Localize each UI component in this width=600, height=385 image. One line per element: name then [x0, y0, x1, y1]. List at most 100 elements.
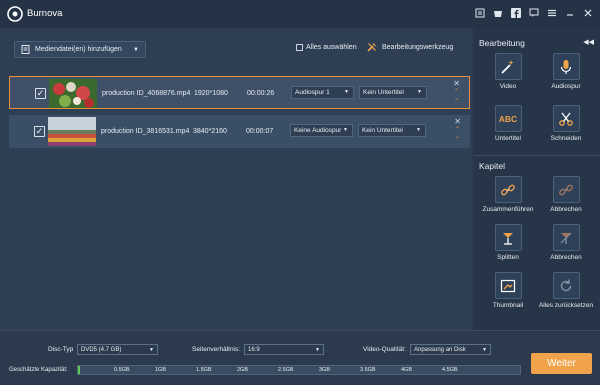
audio-tool-label: Audiospur: [551, 83, 581, 90]
reset-all-tool[interactable]: Alles zurücksetzen: [537, 272, 595, 310]
split-icon[interactable]: [494, 224, 522, 251]
audio-track-select[interactable]: Keine Audiospur ▼: [290, 124, 353, 137]
row-checkbox[interactable]: ✓: [35, 88, 46, 99]
edit-sidebar: Bearbeitung ◀◀ Video Audiospur ABC Unter…: [474, 28, 600, 330]
subtitle-abc-icon[interactable]: ABC: [494, 105, 522, 132]
chapter-heading: Kapitel: [479, 161, 505, 171]
capacity-tick: 3.5GB: [360, 367, 376, 373]
disc-type-select[interactable]: DVD5 (4.7 GB) ▼: [77, 344, 158, 355]
duration: 00:00:07: [246, 128, 274, 135]
feedback-icon[interactable]: [528, 7, 540, 19]
collapse-sidebar-icon[interactable]: ◀◀: [583, 38, 594, 46]
media-row[interactable]: ✓ production ID_3816531.mp4 3840*2160 00…: [9, 115, 470, 148]
video-thumbnail: [49, 79, 97, 108]
capacity-tick: 1.5GB: [196, 367, 212, 373]
reset-icon[interactable]: [552, 272, 580, 299]
move-up-icon[interactable]: ⌃: [454, 88, 459, 95]
video-quality-select[interactable]: Anpassung an Disk ▼: [410, 344, 491, 355]
split-tool-label: Splitten: [497, 254, 519, 261]
subtitle-tool-label: Untertitel: [494, 135, 521, 142]
capacity-tick: 2GB: [237, 367, 249, 373]
merge-tool[interactable]: Zusammenführen: [479, 176, 537, 214]
shop-icon[interactable]: [492, 7, 504, 19]
chevron-down-icon: ▼: [149, 347, 154, 353]
add-media-label: Mediendatei(en) hinzufügen: [35, 46, 122, 53]
audio-track-select[interactable]: Audiospur 1 ▼: [291, 86, 354, 99]
cancel-split-label: Abbrechen: [550, 254, 582, 261]
merge-tool-label: Zusammenführen: [482, 206, 534, 213]
chevron-down-icon: ▼: [482, 347, 487, 353]
row-checkbox[interactable]: ✓: [34, 126, 45, 137]
remove-row-icon[interactable]: ✕: [454, 117, 461, 126]
chevron-down-icon: ▼: [315, 347, 320, 353]
add-file-icon: [21, 45, 30, 54]
chevron-down-icon: ▼: [344, 89, 349, 95]
file-name: production ID_4068876.mp4: [102, 90, 191, 97]
next-button[interactable]: Weiter: [531, 353, 592, 374]
video-tool-label: Video: [499, 83, 517, 90]
subtitle-value: Kein Untertitel: [362, 127, 403, 134]
subtitle-tool[interactable]: ABC Untertitel: [479, 105, 537, 143]
media-list-panel: Mediendatei(en) hinzufügen ▼ Alles auswä…: [0, 28, 472, 330]
thumbnail-tool-label: Thumbnail: [492, 302, 524, 309]
video-tool[interactable]: Video: [479, 53, 537, 91]
cut-tool-label: Schneiden: [550, 135, 582, 142]
media-row[interactable]: ✓ production ID_4068876.mp4 1920*1080 00…: [9, 76, 470, 109]
unlink-icon[interactable]: [552, 176, 580, 203]
link-icon[interactable]: [494, 176, 522, 203]
app-title: Burnova: [27, 8, 63, 19]
divider: [474, 155, 600, 156]
resolution: 3840*2160: [193, 128, 227, 135]
chevron-down-icon: ▼: [417, 89, 422, 95]
cut-tool[interactable]: Schneiden: [537, 105, 595, 143]
capacity-fill: [78, 366, 80, 374]
audio-tool[interactable]: Audiospur: [537, 53, 595, 91]
add-media-button[interactable]: Mediendatei(en) hinzufügen ▼: [14, 41, 146, 58]
capacity-tick: 4GB: [401, 367, 413, 373]
cancel-merge-tool[interactable]: Abbrechen: [537, 176, 595, 214]
microphone-icon[interactable]: [552, 53, 580, 80]
resolution: 1920*1080: [194, 90, 228, 97]
close-icon[interactable]: [582, 7, 594, 19]
split-tool[interactable]: Splitten: [479, 224, 537, 262]
menu-icon[interactable]: [546, 7, 558, 19]
tools-icon: [367, 43, 376, 52]
capacity-tick: 4.5GB: [442, 367, 458, 373]
facebook-icon[interactable]: [510, 7, 522, 19]
cancel-split-icon[interactable]: [552, 224, 580, 251]
move-down-icon[interactable]: ⌄: [454, 95, 459, 102]
capacity-label: Geschätzte Kapazität:: [9, 367, 68, 373]
subtitle-select[interactable]: Kein Untertitel ▼: [358, 124, 426, 137]
remove-row-icon[interactable]: ✕: [453, 79, 460, 88]
capacity-tick: 1GB: [155, 367, 167, 373]
cancel-split-tool[interactable]: Abbrechen: [537, 224, 595, 262]
aspect-ratio-label: Seitenverhältnis:: [192, 346, 241, 353]
capacity-tick: 3GB: [319, 367, 331, 373]
capacity-tick: 0.5GB: [114, 367, 130, 373]
move-down-icon[interactable]: ⌄: [455, 133, 460, 140]
aspect-ratio-select[interactable]: 16:9 ▼: [244, 344, 324, 355]
audio-track-value: Keine Audiospur: [294, 127, 342, 134]
magic-wand-icon[interactable]: [494, 53, 522, 80]
select-all-checkbox[interactable]: Alles auswählen: [296, 44, 357, 51]
select-all-box[interactable]: [296, 44, 303, 51]
edit-tool-button[interactable]: Bearbeitungswerkzeug: [367, 42, 453, 52]
aspect-ratio-value: 16:9: [248, 346, 260, 353]
move-up-icon[interactable]: ⌃: [455, 126, 460, 133]
minimize-icon[interactable]: [564, 7, 576, 19]
title-bar: Burnova: [0, 0, 600, 28]
capacity-bar: 0.5GB 1GB 1.5GB 2GB 2.5GB 3GB 3.5GB 4GB 4.5GB: [77, 365, 521, 375]
app-logo-icon: [7, 6, 23, 22]
register-icon[interactable]: [474, 7, 486, 19]
chevron-down-icon[interactable]: ▼: [133, 47, 139, 53]
thumbnail-icon[interactable]: [494, 272, 522, 299]
scissors-icon[interactable]: [552, 105, 580, 132]
capacity-tick: 2.5GB: [278, 367, 294, 373]
bottom-bar: Disc-Typ DVD5 (4.7 GB) ▼ Seitenverhältnis…: [0, 330, 600, 385]
disc-type-label: Disc-Typ: [48, 346, 74, 353]
chevron-down-icon: ▼: [343, 127, 348, 133]
select-all-label: Alles auswählen: [306, 44, 357, 51]
subtitle-value: Kein Untertitel: [363, 89, 404, 96]
subtitle-select[interactable]: Kein Untertitel ▼: [359, 86, 427, 99]
thumbnail-tool[interactable]: Thumbnail: [479, 272, 537, 310]
